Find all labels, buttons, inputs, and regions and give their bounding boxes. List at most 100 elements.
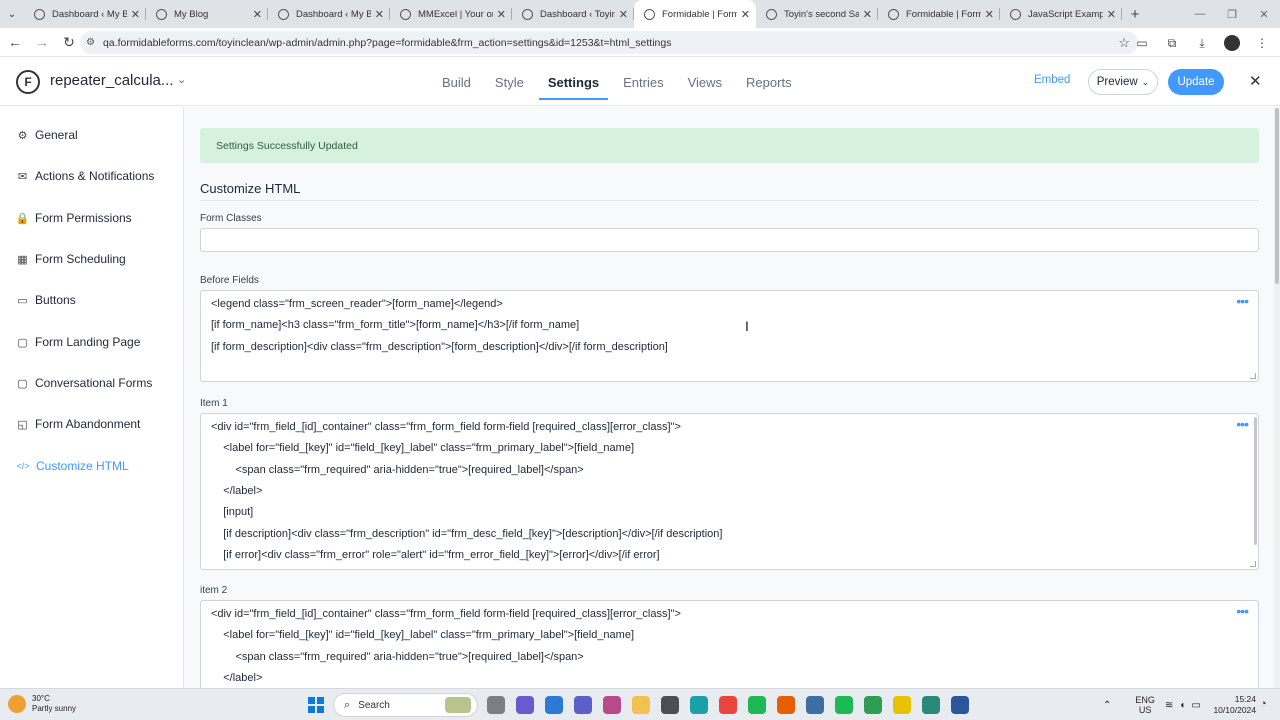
wifi-icon[interactable]: ≋ xyxy=(1165,700,1173,711)
browser-tab[interactable]: Formidable | Forms ‹ ✕ xyxy=(878,0,1000,28)
sidebar-item-form-permissions[interactable]: 🔒 Form Permissions xyxy=(16,208,132,228)
browser-menu-icon[interactable]: ⋮ xyxy=(1250,31,1274,55)
item2-editor[interactable]: ••• <div id="frm_field_[id]_container" c… xyxy=(200,600,1259,688)
chrome-icon[interactable] xyxy=(719,696,737,714)
close-window-icon[interactable]: ✕ xyxy=(1248,0,1280,28)
sidebar-item-label: Actions & Notifications xyxy=(35,169,155,183)
battery-icon[interactable]: ▭ xyxy=(1191,700,1200,711)
vscode-icon[interactable] xyxy=(545,696,563,714)
excel-icon[interactable] xyxy=(864,696,882,714)
tab-close-icon[interactable]: ✕ xyxy=(1107,8,1116,21)
file-explorer-icon[interactable] xyxy=(632,696,650,714)
sidebar-item-form-abandonment[interactable]: ◱ Form Abandonment xyxy=(16,414,140,434)
preview-button[interactable]: Preview ⌄ xyxy=(1088,69,1158,95)
code-line: <label for="field_[key]" id="field_[key]… xyxy=(211,629,635,642)
forward-icon[interactable]: → xyxy=(30,30,54,54)
teams-icon[interactable] xyxy=(574,696,592,714)
firefox-icon[interactable] xyxy=(777,696,795,714)
resize-handle[interactable] xyxy=(1250,561,1256,567)
minimize-icon[interactable]: — xyxy=(1184,0,1216,28)
language-indicator[interactable]: ENG US xyxy=(1135,695,1155,715)
form-classes-input[interactable] xyxy=(200,228,1259,252)
copilot-icon[interactable] xyxy=(516,696,534,714)
nav-tab-settings[interactable]: Settings xyxy=(536,58,611,106)
app-icon[interactable] xyxy=(806,696,824,714)
restore-icon[interactable]: ❐ xyxy=(1216,0,1248,28)
formidable-logo-icon[interactable]: F xyxy=(16,70,40,94)
tab-search-icon[interactable]: ⌄ xyxy=(0,0,24,28)
spotify-alt-icon[interactable] xyxy=(835,696,853,714)
chevron-down-icon[interactable]: ⌄ xyxy=(177,73,186,86)
editor-scrollbar[interactable] xyxy=(1254,417,1257,545)
browser-tab[interactable]: Dashboard ‹ Toyin's s ✕ xyxy=(512,0,634,28)
section-title: Customize HTML xyxy=(200,181,301,196)
volume-icon[interactable]: ◖ xyxy=(1179,700,1185,711)
sidebar-item-general[interactable]: ⚙ General xyxy=(16,125,78,145)
sidebar-item-form-scheduling[interactable]: ▦ Form Scheduling xyxy=(16,249,125,269)
close-icon[interactable]: ✕ xyxy=(1249,72,1262,90)
browser-tab[interactable]: Dashboard ‹ My Blog ✕ xyxy=(24,0,146,28)
browser-tab[interactable]: Formidable | Forms ‹ ✕ xyxy=(634,0,756,28)
word-icon[interactable] xyxy=(951,696,969,714)
nav-tab-build[interactable]: Build xyxy=(430,58,483,106)
windows-start-icon[interactable] xyxy=(308,697,324,713)
tab-close-icon[interactable]: ✕ xyxy=(375,8,384,21)
browser-tab[interactable]: MMExcel | Your one s ✕ xyxy=(390,0,512,28)
tab-close-icon[interactable]: ✕ xyxy=(619,8,628,21)
browser-tab[interactable]: Dashboard ‹ My Blog ✕ xyxy=(268,0,390,28)
tab-close-icon[interactable]: ✕ xyxy=(497,8,506,21)
weather-widget[interactable]: 30°C Partly sunny xyxy=(8,694,76,714)
tab-close-icon[interactable]: ✕ xyxy=(131,8,140,21)
tab-close-icon[interactable]: ✕ xyxy=(253,8,262,21)
chevron-up-icon[interactable]: ⌃ xyxy=(1103,700,1111,711)
cast-icon[interactable]: ▭ xyxy=(1130,31,1154,55)
tab-close-icon[interactable]: ✕ xyxy=(985,8,994,21)
nav-tab-entries[interactable]: Entries xyxy=(611,58,675,106)
sidebar-item-form-landing-page[interactable]: ▢ Form Landing Page xyxy=(16,332,140,352)
back-icon[interactable]: ← xyxy=(3,30,27,54)
reload-icon[interactable]: ↻ xyxy=(57,30,81,54)
resize-handle[interactable] xyxy=(1250,373,1256,379)
chat-app-icon[interactable] xyxy=(603,696,621,714)
more-options-icon[interactable]: ••• xyxy=(1236,604,1249,618)
sidebar-item-actions-notifications[interactable]: ✉ Actions & Notifications xyxy=(16,166,155,186)
site-info-icon[interactable]: ⚙ xyxy=(86,37,95,48)
nav-tab-style[interactable]: Style xyxy=(483,58,536,106)
browser-tab[interactable]: My Blog ✕ xyxy=(146,0,268,28)
notification-bell-icon[interactable]: ◔ xyxy=(1260,698,1267,710)
clock[interactable]: 15:24 10/10/2024 xyxy=(1204,694,1256,716)
store-icon[interactable] xyxy=(661,696,679,714)
tab-close-icon[interactable]: ✕ xyxy=(741,8,750,21)
tab-favicon-icon xyxy=(278,8,289,20)
before-fields-editor[interactable]: ••• <legend class="frm_screen_reader">[f… xyxy=(200,290,1259,382)
browser-tab[interactable]: JavaScript Examples ✕ xyxy=(1000,0,1122,28)
tab-title: Formidable | Forms ‹ xyxy=(906,8,981,20)
update-button[interactable]: Update xyxy=(1168,69,1224,95)
notes-icon[interactable] xyxy=(893,696,911,714)
calculator-icon[interactable] xyxy=(922,696,940,714)
browser-tab[interactable]: Toyin's second Sandb ✕ xyxy=(756,0,878,28)
nav-tab-views[interactable]: Views xyxy=(676,58,734,106)
nav-tab-reports[interactable]: Reports xyxy=(734,58,804,106)
url-field[interactable]: ⚙ qa.formidableforms.com/toyinclean/wp-a… xyxy=(80,31,1138,54)
abandon-icon: ◱ xyxy=(17,418,28,431)
form-name[interactable]: repeater_calcula... xyxy=(50,72,173,89)
more-options-icon[interactable]: ••• xyxy=(1236,294,1249,308)
page-scrollbar-thumb[interactable] xyxy=(1275,108,1279,284)
sidebar-item-conversational-forms[interactable]: ▢ Conversational Forms xyxy=(16,373,152,393)
tab-close-icon[interactable]: ✕ xyxy=(863,8,872,21)
more-options-icon[interactable]: ••• xyxy=(1236,417,1249,431)
bookmark-star-icon[interactable]: ☆ xyxy=(1118,35,1130,51)
download-icon[interactable]: ⤓ xyxy=(1190,31,1214,55)
item1-editor[interactable]: ••• <div id="frm_field_[id]_container" c… xyxy=(200,413,1259,570)
task-view-icon[interactable] xyxy=(487,696,505,714)
sidebar-item-buttons[interactable]: ▭ Buttons xyxy=(16,290,75,310)
profile-avatar[interactable] xyxy=(1224,35,1240,51)
spotify-icon[interactable] xyxy=(748,696,766,714)
taskbar-search[interactable]: ⌕ Search xyxy=(333,693,478,717)
embed-button[interactable]: Embed xyxy=(1034,74,1070,86)
extensions-icon[interactable]: ⧉ xyxy=(1160,31,1184,55)
edge-icon[interactable] xyxy=(690,696,708,714)
sidebar-item-customize-html[interactable]: </> Customize HTML xyxy=(16,456,128,476)
new-tab-button[interactable]: + xyxy=(1122,0,1148,28)
